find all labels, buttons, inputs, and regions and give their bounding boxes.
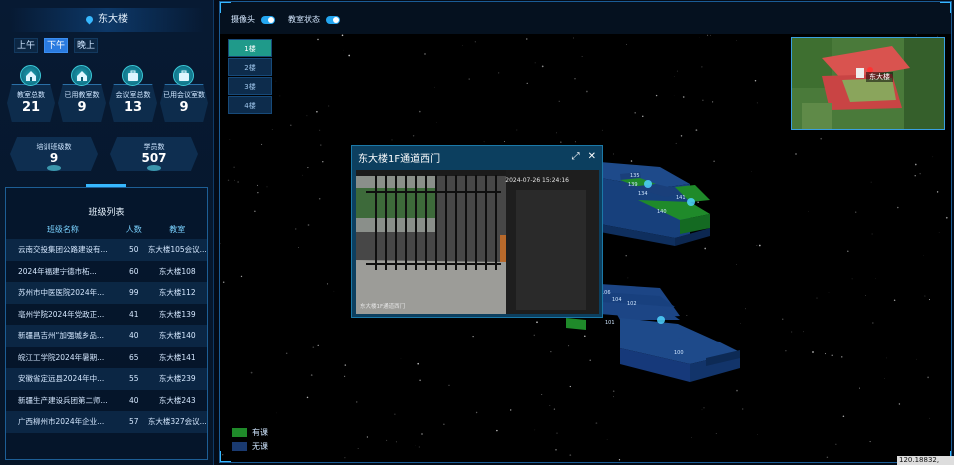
room-label: 141 [676, 195, 686, 201]
stat-value: 9 [179, 100, 189, 115]
close-icon[interactable]: ✕ [588, 151, 596, 162]
location-pin-icon [84, 14, 95, 25]
stat-value: 21 [21, 100, 41, 115]
camera-marker-icon[interactable] [687, 198, 695, 206]
video-frame [356, 170, 599, 314]
stat-meeting-total: 会议室总数 13 [108, 63, 158, 125]
camera-marker-icon[interactable] [644, 180, 652, 188]
stat-value: 9 [77, 100, 87, 115]
left-panel: 东大楼 上午 下午 晚上 教室总数 21 已用教室数 9 会议室总数 13 已用… [0, 0, 214, 465]
room-label: 101 [605, 320, 615, 326]
class-list-rows: 云南交投集团公路建设有... 50 东大楼105会议... 2024年福建宁德市柘.… [6, 239, 207, 433]
period-morning[interactable]: 上午 [14, 38, 38, 53]
camera-video[interactable]: 2024-07-26 15:24:16 东大楼1F通道西门 [356, 170, 599, 314]
school-icon [20, 65, 41, 86]
room-label: 139 [628, 182, 638, 188]
school-icon [71, 65, 92, 86]
video-timestamp: 2024-07-26 15:24:16 [505, 177, 569, 184]
table-row[interactable]: 亳州学院2024年党政正... 41 东大楼139 [6, 304, 207, 326]
room-label: 100 [674, 350, 684, 356]
class-list-header: 班级名称 人数 教室 [46, 225, 186, 234]
room-label: 140 [657, 209, 667, 215]
table-row[interactable]: 新疆生产建设兵团第二师... 40 东大楼243 [6, 390, 207, 412]
period-evening[interactable]: 晚上 [74, 38, 98, 53]
briefcase-icon [122, 65, 143, 86]
building-title[interactable]: 东大楼 [10, 8, 204, 32]
room-label: 102 [627, 301, 637, 307]
class-list-title: 班级列表 [88, 208, 125, 218]
stat-value: 507 [141, 151, 167, 165]
briefcase-icon [173, 65, 194, 86]
class-list: 班级列表 班级名称 人数 教室 云南交投集团公路建设有... 50 东大楼105会议… [5, 184, 208, 460]
table-row[interactable]: 苏州市中医医院2024年... 99 东大楼112 [6, 282, 207, 304]
fullscreen-icon[interactable]: ⤢ [572, 151, 580, 162]
stat-value: 13 [123, 100, 143, 115]
building-name: 东大楼 [98, 14, 128, 25]
legend-swatch [232, 428, 247, 437]
room-stats: 教室总数 21 已用教室数 9 会议室总数 13 已用会议室数 9 [6, 63, 209, 125]
legend: 有课 无课 [232, 427, 268, 455]
room-label: 135 [630, 173, 640, 179]
legend-item-busy: 有课 [232, 427, 268, 438]
room-label: 134 [638, 191, 648, 197]
table-row[interactable]: 新疆昌吉州“加强城乡品... 40 东大楼140 [6, 325, 207, 347]
minimap[interactable]: 东大楼 [791, 37, 945, 130]
stat-classroom-total: 教室总数 21 [6, 63, 56, 125]
table-row[interactable]: 皖江工学院2024年暑期... 65 东大楼141 [6, 347, 207, 369]
coordinate-readout: 120.18832, 30.27488 [897, 456, 954, 465]
camera-marker-icon[interactable] [657, 316, 665, 324]
camera-popup-title: 东大楼1F通道西门 [358, 154, 441, 165]
table-row[interactable]: 安徽省定远县2024年中... 55 东大楼239 [6, 368, 207, 390]
video-caption: 东大楼1F通道西门 [360, 304, 406, 310]
period-afternoon[interactable]: 下午 [44, 38, 68, 53]
minimap-label: 东大楼 [866, 72, 893, 82]
period-selector: 上午 下午 晚上 [14, 38, 98, 53]
table-row[interactable]: 云南交投集团公路建设有... 50 东大楼105会议... [6, 239, 207, 261]
table-row[interactable]: 2024年福建宁德市柘... 60 东大楼108 [6, 261, 207, 283]
stat-meeting-used: 已用会议室数 9 [159, 63, 209, 125]
room-label: 104 [612, 297, 622, 303]
stat-value: 9 [49, 151, 59, 165]
legend-item-free: 无课 [232, 441, 268, 452]
legend-swatch [232, 442, 247, 451]
stat-classroom-used: 已用教室数 9 [57, 63, 107, 125]
camera-popup: 东大楼1F通道西门 ⤢ ✕ 2024-07-26 15:24:16 东大楼1F通… [351, 145, 603, 318]
table-row[interactable]: 广西柳州市2024年企业... 57 东大楼327会议... [6, 411, 207, 433]
aerial-map [792, 38, 944, 129]
